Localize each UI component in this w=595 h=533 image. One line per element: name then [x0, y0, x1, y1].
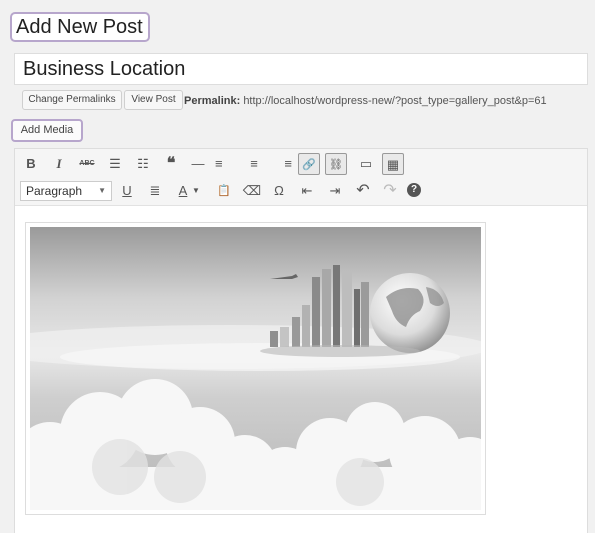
- align-left-button[interactable]: ≡: [215, 153, 237, 175]
- permalink-label: Permalink:: [184, 95, 241, 107]
- bold-button[interactable]: B: [20, 153, 42, 175]
- format-select[interactable]: Paragraph ▼: [20, 181, 112, 201]
- undo-button[interactable]: ↶: [352, 180, 374, 202]
- justify-button[interactable]: ≣: [144, 180, 166, 202]
- add-media-button[interactable]: Add Media: [11, 119, 83, 142]
- align-center-button[interactable]: ≡: [243, 153, 265, 175]
- toolbar-toggle-button[interactable]: ▦: [382, 153, 404, 175]
- text-color-dropdown-icon[interactable]: ▼: [190, 180, 202, 202]
- remove-link-button[interactable]: ⛓: [325, 153, 347, 175]
- clear-formatting-button[interactable]: ⌫: [241, 180, 263, 202]
- insert-link-button[interactable]: 🔗: [298, 153, 320, 175]
- horizontal-line-button[interactable]: —: [187, 153, 209, 175]
- view-post-button[interactable]: View Post: [124, 90, 183, 110]
- redo-button[interactable]: ↷: [379, 180, 401, 202]
- page-title: Add New Post: [10, 12, 150, 42]
- permalink-url[interactable]: http://localhost/wordpress-new/?post_typ…: [243, 95, 546, 107]
- post-image-frame[interactable]: [25, 222, 486, 515]
- bulleted-list-button[interactable]: ☰: [104, 153, 126, 175]
- underline-button[interactable]: U: [116, 180, 138, 202]
- blockquote-button[interactable]: ❝: [160, 153, 182, 175]
- permalink-row: Permalink: http://localhost/wordpress-ne…: [184, 93, 547, 109]
- italic-button[interactable]: I: [48, 153, 70, 175]
- change-permalinks-button[interactable]: Change Permalinks: [22, 90, 122, 110]
- post-image[interactable]: [30, 227, 481, 510]
- strikethrough-button[interactable]: ABC: [76, 153, 98, 175]
- chevron-down-icon: ▼: [98, 186, 106, 195]
- numbered-list-button[interactable]: ☷: [132, 153, 154, 175]
- align-right-button[interactable]: ≡: [270, 153, 292, 175]
- special-character-button[interactable]: Ω: [268, 180, 290, 202]
- format-select-value: Paragraph: [26, 184, 83, 198]
- indent-button[interactable]: ⇥: [324, 180, 346, 202]
- read-more-button[interactable]: ▭: [355, 153, 377, 175]
- paste-text-button[interactable]: 📋: [213, 180, 235, 202]
- help-button[interactable]: ?: [407, 183, 421, 197]
- post-title-input[interactable]: Business Location: [14, 53, 588, 85]
- outdent-button[interactable]: ⇤: [296, 180, 318, 202]
